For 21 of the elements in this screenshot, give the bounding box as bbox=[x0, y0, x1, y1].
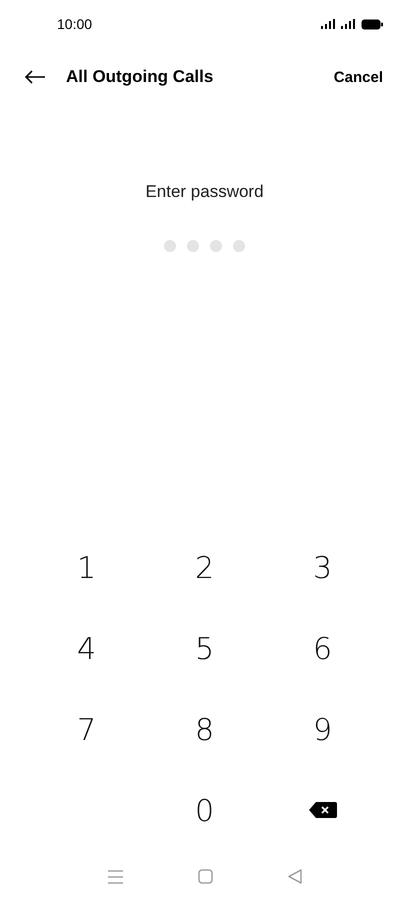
cancel-button[interactable]: Cancel bbox=[334, 68, 383, 86]
signal-icon bbox=[341, 19, 355, 30]
status-time: 10:00 bbox=[57, 16, 92, 32]
keypad-key[interactable]: 7 bbox=[62, 708, 110, 752]
menu-icon[interactable] bbox=[108, 870, 122, 884]
keypad-key[interactable]: 6 bbox=[298, 628, 346, 671]
back-icon[interactable] bbox=[288, 869, 302, 884]
battery-icon bbox=[361, 18, 383, 30]
screen-title: All Outgoing Calls bbox=[66, 67, 214, 88]
keypad-key[interactable]: 0 bbox=[180, 790, 228, 833]
keypad-key[interactable]: 4 bbox=[62, 628, 110, 671]
keypad-key[interactable]: 5 bbox=[180, 628, 228, 671]
home-icon[interactable] bbox=[198, 869, 212, 884]
keypad-key[interactable]: 9 bbox=[298, 708, 346, 752]
back-arrow-icon[interactable] bbox=[24, 69, 46, 86]
keypad-key[interactable]: 1 bbox=[62, 546, 110, 590]
password-prompt: Enter password bbox=[145, 182, 264, 202]
keypad-key[interactable]: 2 bbox=[180, 546, 228, 590]
signal-icon bbox=[321, 19, 335, 30]
keypad-key[interactable]: 3 bbox=[298, 546, 346, 590]
keypad-key[interactable]: 8 bbox=[180, 708, 228, 752]
